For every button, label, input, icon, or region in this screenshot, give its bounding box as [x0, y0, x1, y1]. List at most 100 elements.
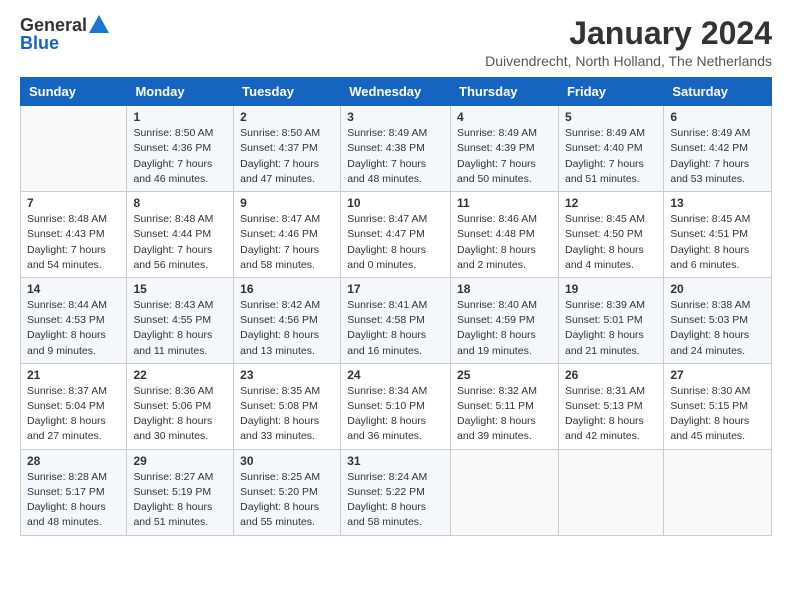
calendar-cell: 10 Sunrise: 8:47 AMSunset: 4:47 PMDayligh…	[341, 192, 451, 278]
calendar-cell: 14 Sunrise: 8:44 AMSunset: 4:53 PMDayligh…	[21, 277, 127, 363]
day-info: Sunrise: 8:49 AMSunset: 4:40 PMDaylight:…	[565, 126, 657, 187]
day-info: Sunrise: 8:35 AMSunset: 5:08 PMDaylight:…	[240, 384, 334, 445]
day-number: 6	[670, 110, 765, 124]
header-day-friday: Friday	[558, 78, 663, 106]
day-number: 17	[347, 282, 444, 296]
logo-blue: Blue	[20, 33, 59, 53]
logo: General Blue	[20, 16, 109, 53]
day-number: 19	[565, 282, 657, 296]
day-info: Sunrise: 8:48 AMSunset: 4:43 PMDaylight:…	[27, 212, 120, 273]
day-info: Sunrise: 8:27 AMSunset: 5:19 PMDaylight:…	[133, 470, 227, 531]
day-number: 7	[27, 196, 120, 210]
day-number: 9	[240, 196, 334, 210]
calendar-cell: 5 Sunrise: 8:49 AMSunset: 4:40 PMDaylight…	[558, 106, 663, 192]
day-info: Sunrise: 8:45 AMSunset: 4:51 PMDaylight:…	[670, 212, 765, 273]
calendar-cell: 24 Sunrise: 8:34 AMSunset: 5:10 PMDayligh…	[341, 363, 451, 449]
day-info: Sunrise: 8:50 AMSunset: 4:36 PMDaylight:…	[133, 126, 227, 187]
calendar-week-row: 28 Sunrise: 8:28 AMSunset: 5:17 PMDayligh…	[21, 449, 772, 535]
calendar-cell: 7 Sunrise: 8:48 AMSunset: 4:43 PMDaylight…	[21, 192, 127, 278]
day-info: Sunrise: 8:36 AMSunset: 5:06 PMDaylight:…	[133, 384, 227, 445]
day-info: Sunrise: 8:30 AMSunset: 5:15 PMDaylight:…	[670, 384, 765, 445]
calendar-cell: 28 Sunrise: 8:28 AMSunset: 5:17 PMDayligh…	[21, 449, 127, 535]
calendar-cell	[558, 449, 663, 535]
header-day-sunday: Sunday	[21, 78, 127, 106]
day-info: Sunrise: 8:47 AMSunset: 4:47 PMDaylight:…	[347, 212, 444, 273]
day-number: 12	[565, 196, 657, 210]
header-day-thursday: Thursday	[451, 78, 559, 106]
location-title: Duivendrecht, North Holland, The Netherl…	[485, 53, 772, 69]
header-day-wednesday: Wednesday	[341, 78, 451, 106]
day-number: 31	[347, 454, 444, 468]
day-number: 20	[670, 282, 765, 296]
calendar-cell: 22 Sunrise: 8:36 AMSunset: 5:06 PMDayligh…	[127, 363, 234, 449]
calendar-cell	[664, 449, 772, 535]
calendar-week-row: 14 Sunrise: 8:44 AMSunset: 4:53 PMDayligh…	[21, 277, 772, 363]
calendar-cell: 31 Sunrise: 8:24 AMSunset: 5:22 PMDayligh…	[341, 449, 451, 535]
day-info: Sunrise: 8:49 AMSunset: 4:42 PMDaylight:…	[670, 126, 765, 187]
day-info: Sunrise: 8:37 AMSunset: 5:04 PMDaylight:…	[27, 384, 120, 445]
calendar-cell: 9Sunrise: 8:47 AMSunset: 4:46 PMDaylight…	[234, 192, 341, 278]
day-number: 8	[133, 196, 227, 210]
day-info: Sunrise: 8:41 AMSunset: 4:58 PMDaylight:…	[347, 298, 444, 359]
day-info: Sunrise: 8:32 AMSunset: 5:11 PMDaylight:…	[457, 384, 552, 445]
calendar-cell: 30Sunrise: 8:25 AMSunset: 5:20 PMDayligh…	[234, 449, 341, 535]
day-info: Sunrise: 8:25 AMSunset: 5:20 PMDaylight:…	[240, 470, 334, 531]
calendar-cell: 16Sunrise: 8:42 AMSunset: 4:56 PMDayligh…	[234, 277, 341, 363]
month-title: January 2024	[485, 16, 772, 51]
calendar-cell: 13Sunrise: 8:45 AMSunset: 4:51 PMDayligh…	[664, 192, 772, 278]
calendar-week-row: 1 Sunrise: 8:50 AMSunset: 4:36 PMDaylight…	[21, 106, 772, 192]
day-info: Sunrise: 8:40 AMSunset: 4:59 PMDaylight:…	[457, 298, 552, 359]
day-info: Sunrise: 8:49 AMSunset: 4:39 PMDaylight:…	[457, 126, 552, 187]
calendar-cell: 17 Sunrise: 8:41 AMSunset: 4:58 PMDayligh…	[341, 277, 451, 363]
day-number: 22	[133, 368, 227, 382]
day-info: Sunrise: 8:31 AMSunset: 5:13 PMDaylight:…	[565, 384, 657, 445]
day-number: 24	[347, 368, 444, 382]
logo-general: General	[20, 16, 87, 34]
calendar-cell: 29Sunrise: 8:27 AMSunset: 5:19 PMDayligh…	[127, 449, 234, 535]
calendar-cell: 15 Sunrise: 8:43 AMSunset: 4:55 PMDayligh…	[127, 277, 234, 363]
day-number: 11	[457, 196, 552, 210]
calendar-cell: 1 Sunrise: 8:50 AMSunset: 4:36 PMDaylight…	[127, 106, 234, 192]
title-area: January 2024 Duivendrecht, North Holland…	[485, 16, 772, 69]
calendar-cell: 25Sunrise: 8:32 AMSunset: 5:11 PMDayligh…	[451, 363, 559, 449]
day-number: 15	[133, 282, 227, 296]
calendar-cell: 2Sunrise: 8:50 AMSunset: 4:37 PMDaylight…	[234, 106, 341, 192]
day-number: 1	[133, 110, 227, 124]
day-number: 3	[347, 110, 444, 124]
calendar-cell: 23 Sunrise: 8:35 AMSunset: 5:08 PMDayligh…	[234, 363, 341, 449]
calendar-cell: 20 Sunrise: 8:38 AMSunset: 5:03 PMDayligh…	[664, 277, 772, 363]
day-info: Sunrise: 8:49 AMSunset: 4:38 PMDaylight:…	[347, 126, 444, 187]
calendar-cell: 8 Sunrise: 8:48 AMSunset: 4:44 PMDaylight…	[127, 192, 234, 278]
day-number: 14	[27, 282, 120, 296]
day-info: Sunrise: 8:44 AMSunset: 4:53 PMDaylight:…	[27, 298, 120, 359]
day-info: Sunrise: 8:43 AMSunset: 4:55 PMDaylight:…	[133, 298, 227, 359]
header: General Blue January 2024 Duivendrecht, …	[20, 16, 772, 69]
day-number: 27	[670, 368, 765, 382]
day-info: Sunrise: 8:34 AMSunset: 5:10 PMDaylight:…	[347, 384, 444, 445]
calendar-cell: 11 Sunrise: 8:46 AMSunset: 4:48 PMDayligh…	[451, 192, 559, 278]
calendar-cell: 21Sunrise: 8:37 AMSunset: 5:04 PMDayligh…	[21, 363, 127, 449]
day-number: 23	[240, 368, 334, 382]
day-info: Sunrise: 8:39 AMSunset: 5:01 PMDaylight:…	[565, 298, 657, 359]
calendar-header-row: SundayMondayTuesdayWednesdayThursdayFrid…	[21, 78, 772, 106]
header-day-monday: Monday	[127, 78, 234, 106]
day-number: 28	[27, 454, 120, 468]
calendar-cell: 27 Sunrise: 8:30 AMSunset: 5:15 PMDayligh…	[664, 363, 772, 449]
day-number: 16	[240, 282, 334, 296]
calendar-cell	[21, 106, 127, 192]
calendar-cell: 12Sunrise: 8:45 AMSunset: 4:50 PMDayligh…	[558, 192, 663, 278]
day-number: 5	[565, 110, 657, 124]
day-info: Sunrise: 8:48 AMSunset: 4:44 PMDaylight:…	[133, 212, 227, 273]
day-number: 18	[457, 282, 552, 296]
logo-icon	[89, 15, 109, 33]
calendar-cell	[451, 449, 559, 535]
day-number: 10	[347, 196, 444, 210]
day-number: 4	[457, 110, 552, 124]
day-info: Sunrise: 8:38 AMSunset: 5:03 PMDaylight:…	[670, 298, 765, 359]
day-info: Sunrise: 8:28 AMSunset: 5:17 PMDaylight:…	[27, 470, 120, 531]
calendar-body: 1 Sunrise: 8:50 AMSunset: 4:36 PMDaylight…	[21, 106, 772, 535]
calendar-cell: 6 Sunrise: 8:49 AMSunset: 4:42 PMDaylight…	[664, 106, 772, 192]
day-info: Sunrise: 8:24 AMSunset: 5:22 PMDaylight:…	[347, 470, 444, 531]
day-info: Sunrise: 8:46 AMSunset: 4:48 PMDaylight:…	[457, 212, 552, 273]
day-number: 26	[565, 368, 657, 382]
